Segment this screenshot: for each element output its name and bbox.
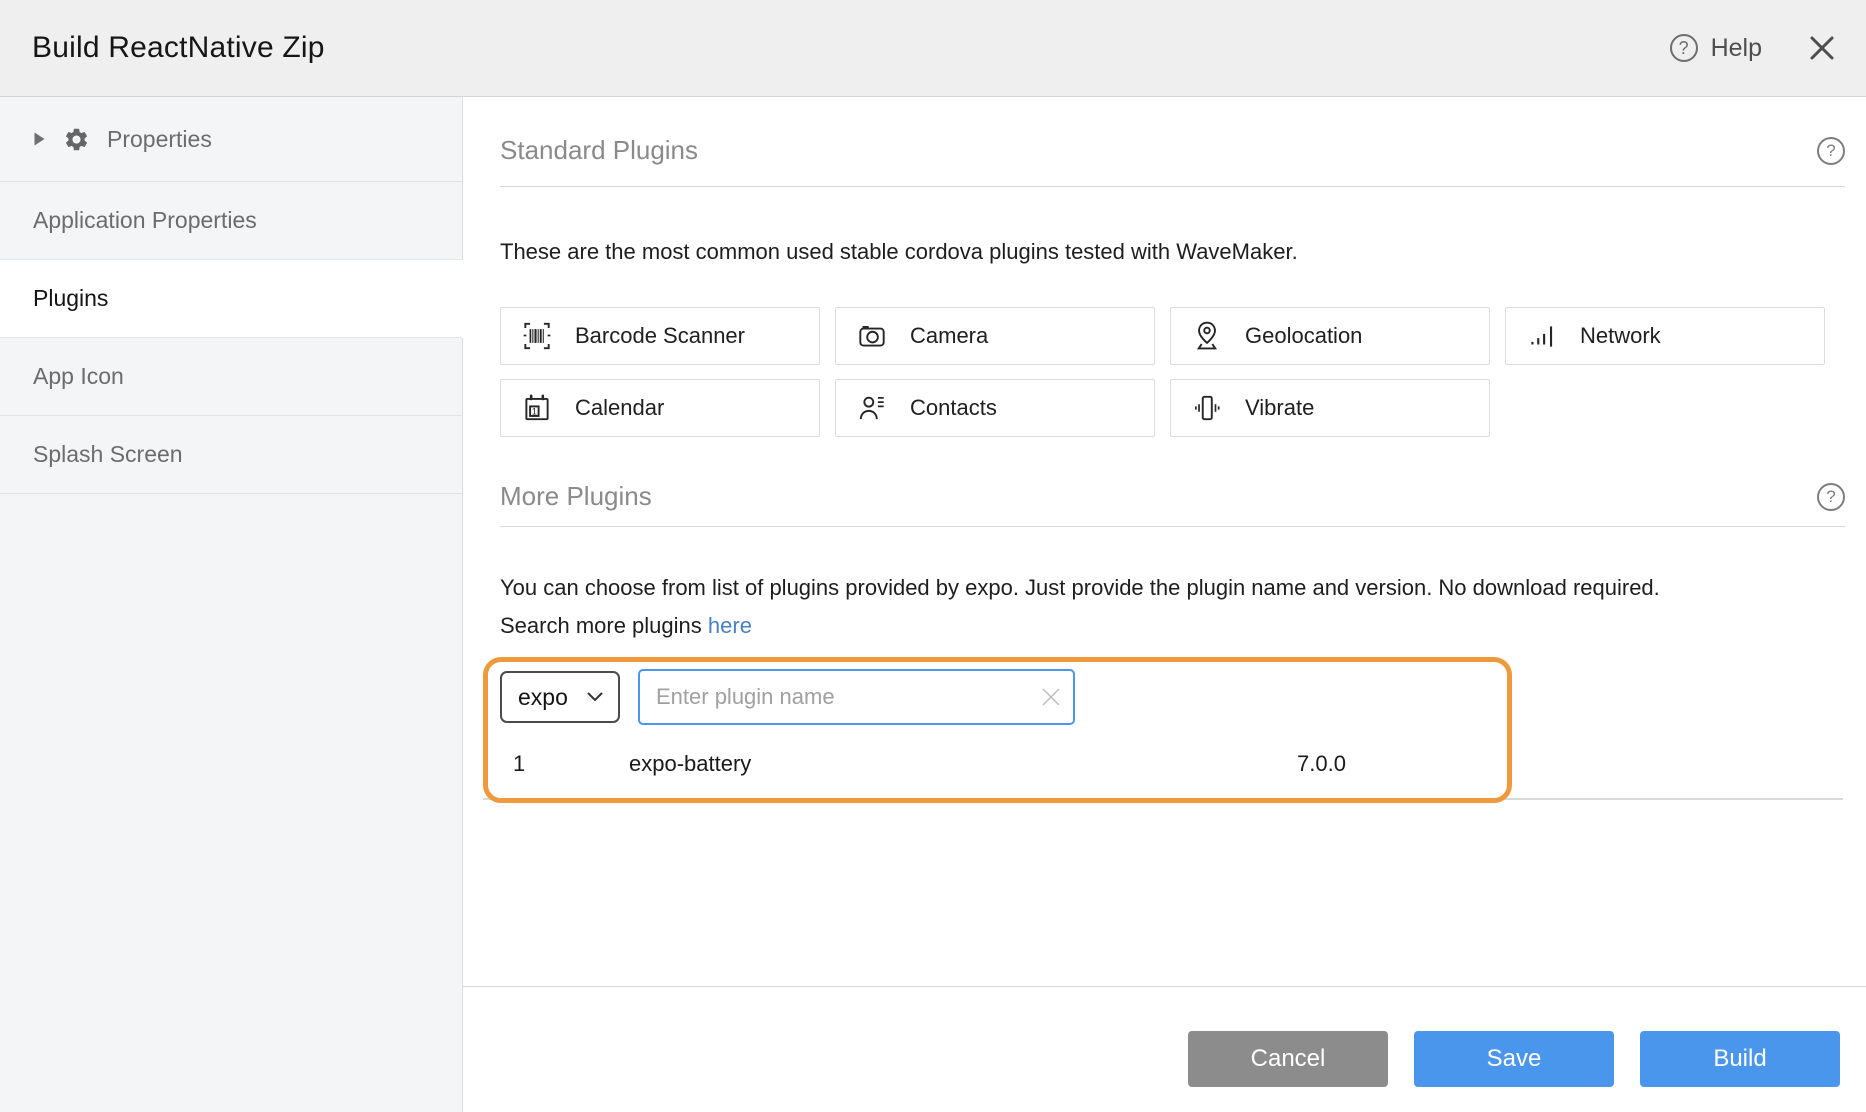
sidebar-item-label: Plugins bbox=[33, 285, 108, 312]
plugin-card-label: Geolocation bbox=[1245, 323, 1362, 349]
standard-plugins-description: These are the most common used stable co… bbox=[500, 233, 1845, 271]
plugin-card-label: Contacts bbox=[910, 395, 997, 421]
close-icon[interactable] bbox=[1808, 34, 1836, 62]
plugins-panel: Standard Plugins ? These are the most co… bbox=[463, 97, 1866, 986]
gear-icon bbox=[63, 126, 90, 153]
provider-select[interactable]: expo bbox=[500, 671, 620, 723]
svg-text:1: 1 bbox=[532, 406, 537, 416]
build-button[interactable]: Build bbox=[1640, 1031, 1840, 1087]
build-reactnative-dialog: Build ReactNative Zip ? Help bbox=[0, 0, 1866, 1112]
plugin-name-input[interactable] bbox=[638, 669, 1075, 725]
sidebar-item-label: Splash Screen bbox=[33, 441, 183, 468]
plugin-card-label: Vibrate bbox=[1245, 395, 1314, 421]
more-plugins-description: You can choose from list of plugins prov… bbox=[500, 569, 1845, 645]
dialog-title: Build ReactNative Zip bbox=[32, 31, 325, 65]
sidebar-item-splash-screen[interactable]: Splash Screen bbox=[0, 416, 462, 494]
section-divider bbox=[500, 526, 1845, 527]
network-icon bbox=[1524, 318, 1560, 354]
sidebar-item-label: Properties bbox=[107, 126, 212, 153]
plugin-entry-highlight-box: expo bbox=[483, 657, 1512, 803]
sidebar-item-properties[interactable]: Properties bbox=[0, 97, 462, 182]
section-divider bbox=[500, 186, 1845, 187]
help-button[interactable]: Help bbox=[1711, 34, 1762, 63]
search-more-plugins-link[interactable]: here bbox=[708, 613, 752, 638]
calendar-icon: 1 bbox=[519, 390, 555, 426]
sidebar-item-plugins[interactable]: Plugins bbox=[0, 260, 462, 338]
plugin-card-label: Barcode Scanner bbox=[575, 323, 745, 349]
vibrate-icon bbox=[1189, 390, 1225, 426]
plugin-card-contacts[interactable]: Contacts bbox=[835, 379, 1155, 437]
plugin-card-label: Calendar bbox=[575, 395, 664, 421]
plugin-card-camera[interactable]: Camera bbox=[835, 307, 1155, 365]
save-button[interactable]: Save bbox=[1414, 1031, 1614, 1087]
clear-input-icon[interactable] bbox=[1039, 685, 1063, 709]
standard-plugins-help-icon[interactable]: ? bbox=[1817, 137, 1845, 165]
plugin-card-label: Network bbox=[1580, 323, 1661, 349]
dialog-header: Build ReactNative Zip ? Help bbox=[0, 0, 1866, 97]
help-icon[interactable]: ? bbox=[1670, 34, 1698, 62]
camera-icon bbox=[854, 318, 890, 354]
geolocation-icon bbox=[1189, 318, 1225, 354]
standard-plugins-grid: Barcode Scanner Camera bbox=[500, 307, 1845, 437]
sidebar: Properties Application Properties Plugin… bbox=[0, 97, 463, 1112]
selected-plugin-row: 1 expo-battery 7.0.0 bbox=[500, 729, 1507, 799]
sidebar-item-label: App Icon bbox=[33, 363, 124, 390]
dialog-footer: Cancel Save Build bbox=[463, 986, 1866, 1112]
plugin-card-label: Camera bbox=[910, 323, 988, 349]
sidebar-item-label: Application Properties bbox=[33, 207, 257, 234]
contacts-icon bbox=[854, 390, 890, 426]
plugin-card-barcode-scanner[interactable]: Barcode Scanner bbox=[500, 307, 820, 365]
sidebar-item-application-properties[interactable]: Application Properties bbox=[0, 182, 462, 260]
more-plugins-title: More Plugins bbox=[500, 481, 652, 512]
chevron-down-icon bbox=[587, 692, 603, 702]
plugin-serial: 1 bbox=[513, 751, 629, 777]
cancel-button[interactable]: Cancel bbox=[1188, 1031, 1388, 1087]
plugin-card-vibrate[interactable]: Vibrate bbox=[1170, 379, 1490, 437]
plugin-version: 7.0.0 bbox=[1297, 751, 1346, 777]
plugin-card-geolocation[interactable]: Geolocation bbox=[1170, 307, 1490, 365]
plugin-card-calendar[interactable]: 1 Calendar bbox=[500, 379, 820, 437]
provider-select-value: expo bbox=[518, 684, 568, 711]
standard-plugins-title: Standard Plugins bbox=[500, 135, 698, 166]
plugin-name: expo-battery bbox=[629, 751, 1297, 777]
plugin-card-network[interactable]: Network bbox=[1505, 307, 1825, 365]
sidebar-item-app-icon[interactable]: App Icon bbox=[0, 338, 462, 416]
caret-right-icon[interactable] bbox=[33, 131, 46, 147]
barcode-icon bbox=[519, 318, 555, 354]
more-plugins-help-icon[interactable]: ? bbox=[1817, 483, 1845, 511]
